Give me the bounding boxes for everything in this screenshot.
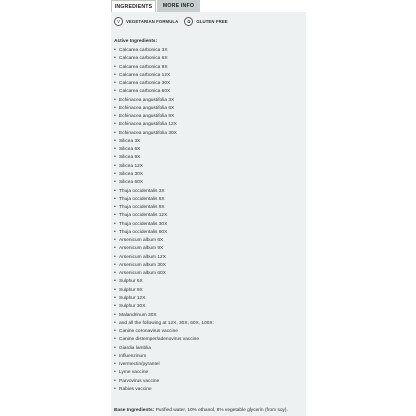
tab-more-info[interactable]: MORE INFO (157, 0, 200, 12)
ingredient-item: Echinacea angustifolia 3X (114, 96, 214, 104)
gluten-free-label: GLUTEN FREE (196, 19, 228, 24)
badge-row: V VEGETARIAN FORMULA ✿ GLUTEN FREE (114, 17, 234, 26)
ingredient-item: Calcarea carbonica 60X (114, 87, 214, 95)
ingredient-item: Silicea 9X (114, 153, 214, 161)
ingredient-item: Echinacea angustifolia 30X (114, 129, 214, 137)
active-ingredients-heading: Active Ingredients: (114, 39, 158, 44)
ingredients-panel: V VEGETARIAN FORMULA ✿ GLUTEN FREE Activ… (111, 12, 306, 416)
ingredient-item: Thuja occidentalis 30X (114, 220, 214, 228)
ingredient-item: Thuja occidentalis 9X (114, 203, 214, 211)
ingredient-item: Thuja occidentalis 6X (114, 195, 214, 203)
ingredient-item: Sulphur 12X (114, 294, 214, 302)
ingredient-item: Thuja occidentalis 3X (114, 187, 214, 195)
ingredient-item: Arsenicum album 30X (114, 261, 214, 269)
ingredient-item: Canine distemper/adenovirus vaccine (114, 335, 214, 343)
ingredient-item: Thuja occidentalis 60X (114, 228, 214, 236)
ingredient-item: Calcarea carbonica 9X (114, 63, 214, 71)
gluten-free-badge: ✿ GLUTEN FREE (184, 17, 228, 26)
ingredient-list: Calcarea carbonica 3XCalcarea carbonica … (114, 46, 214, 393)
ingredient-item: Echinacea angustifolia 6X (114, 104, 214, 112)
ingredient-item: Silicea 60X (114, 178, 214, 186)
ingredient-item: Influenzinum (114, 352, 214, 360)
base-ingredients-text: Purified water, 10% ethanol, 8% vegetabl… (154, 408, 288, 413)
ingredient-item: Echinacea angustifolia 9X (114, 112, 214, 120)
product-info-widget: INGREDIENTS MORE INFO V VEGETARIAN FORMU… (111, 0, 306, 416)
base-ingredients-label: Base Ingredients: (114, 408, 155, 413)
ingredient-item: Silicea 30X (114, 170, 214, 178)
ingredient-item: Calcarea carbonica 3X (114, 46, 214, 54)
ingredient-item: Arsenicum album 9X (114, 244, 214, 252)
ingredient-item: Calcarea carbonica 12X (114, 71, 214, 79)
ingredient-item: Calcarea carbonica 30X (114, 79, 214, 87)
ingredient-item: Silicea 6X (114, 145, 214, 153)
vegetarian-badge: V VEGETARIAN FORMULA (114, 17, 178, 26)
ingredient-item: Silicea 12X (114, 162, 214, 170)
ingredient-item: Arsenicum album 12X (114, 253, 214, 261)
ingredient-item: Calcarea carbonica 6X (114, 54, 214, 62)
ingredient-item: Parvovirus vaccine (114, 377, 214, 385)
tab-ingredients[interactable]: INGREDIENTS (111, 0, 156, 12)
ingredient-item: Malandrinum 30X (114, 311, 214, 319)
vegetarian-label: VEGETARIAN FORMULA (126, 19, 179, 24)
ingredient-item: Echinacea angustifolia 12X (114, 120, 214, 128)
base-ingredients: Base Ingredients: Purified water, 10% et… (114, 408, 288, 413)
ingredient-item: Sulphur 30X (114, 302, 214, 310)
leaf-v-icon: V (114, 17, 123, 26)
ingredient-item: Sulphur 9X (114, 286, 214, 294)
ingredient-item: Giardia lamblia (114, 344, 214, 352)
ingredient-item: Rabies vaccine (114, 385, 214, 393)
ingredient-item: Thuja occidentalis 12X (114, 211, 214, 219)
tab-bar: INGREDIENTS MORE INFO (111, 0, 200, 12)
ingredient-item: Lyme vaccine (114, 368, 214, 376)
wheat-icon: ✿ (184, 17, 194, 26)
ingredient-item: Canine coronavirus vaccine (114, 327, 214, 335)
ingredient-item: Arsenicum album 6X (114, 236, 214, 244)
ingredient-item: Sulphur 6X (114, 277, 214, 285)
ingredient-item: Arsenicum album 60X (114, 269, 214, 277)
ingredient-item: and all the following at 12X, 30X, 60X, … (114, 319, 214, 327)
ingredient-item: Ivermectin/pyrantel (114, 360, 214, 368)
ingredient-item: Silicea 3X (114, 137, 214, 145)
